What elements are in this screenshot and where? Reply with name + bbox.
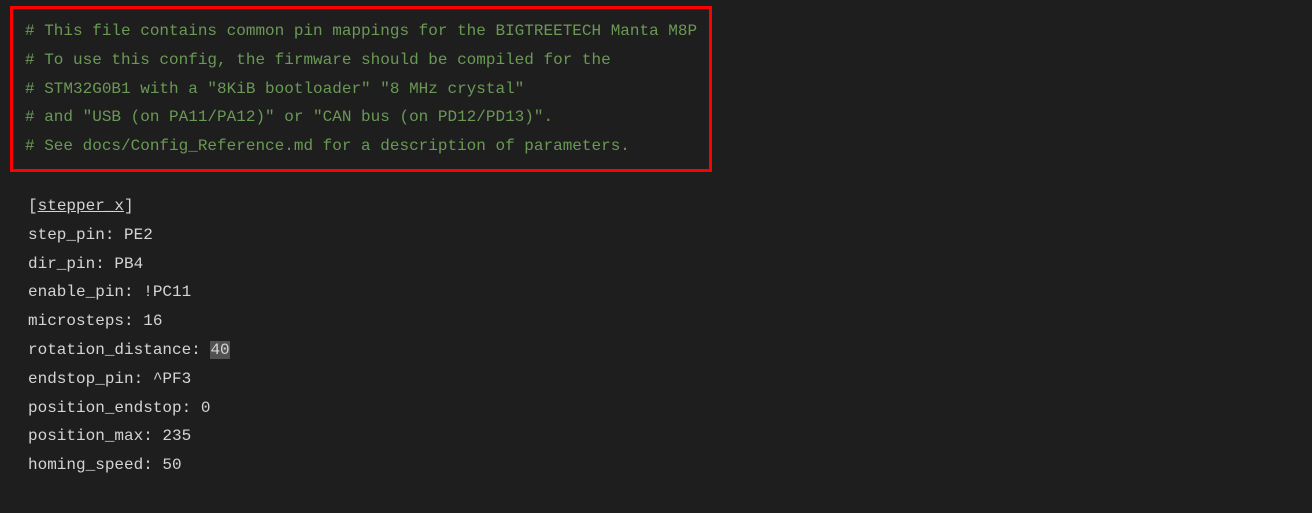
bracket-close: ] bbox=[124, 197, 134, 215]
highlighted-comment-block: # This file contains common pin mappings… bbox=[10, 6, 712, 172]
config-line: homing_speed: 50 bbox=[28, 451, 1312, 480]
config-key: step_pin: bbox=[28, 226, 124, 244]
config-key: position_endstop: bbox=[28, 399, 201, 417]
config-value: 235 bbox=[162, 427, 191, 445]
config-line: endstop_pin: ^PF3 bbox=[28, 365, 1312, 394]
config-section: [stepper_x] step_pin: PE2 dir_pin: PB4 e… bbox=[0, 192, 1312, 480]
comment-line: # STM32G0B1 with a "8KiB bootloader" "8 … bbox=[25, 75, 697, 104]
config-key: microsteps: bbox=[28, 312, 143, 330]
code-editor[interactable]: # This file contains common pin mappings… bbox=[0, 0, 1312, 480]
comment-line: # To use this config, the firmware shoul… bbox=[25, 46, 697, 75]
bracket-open: [ bbox=[28, 197, 38, 215]
config-key: rotation_distance: bbox=[28, 341, 210, 359]
config-key: endstop_pin: bbox=[28, 370, 153, 388]
comment-line: # See docs/Config_Reference.md for a des… bbox=[25, 132, 697, 161]
config-value-highlighted: 40 bbox=[210, 341, 229, 359]
config-line: microsteps: 16 bbox=[28, 307, 1312, 336]
config-line: enable_pin: !PC11 bbox=[28, 278, 1312, 307]
comment-line: # This file contains common pin mappings… bbox=[25, 17, 697, 46]
config-key: dir_pin: bbox=[28, 255, 114, 273]
config-line: dir_pin: PB4 bbox=[28, 250, 1312, 279]
config-key: enable_pin: bbox=[28, 283, 143, 301]
section-header-line: [stepper_x] bbox=[28, 192, 1312, 221]
config-value: PE2 bbox=[124, 226, 153, 244]
config-line: position_endstop: 0 bbox=[28, 394, 1312, 423]
config-value: 0 bbox=[201, 399, 211, 417]
comment-line: # and "USB (on PA11/PA12)" or "CAN bus (… bbox=[25, 103, 697, 132]
section-name: stepper_x bbox=[38, 197, 124, 215]
config-line: rotation_distance: 40 bbox=[28, 336, 1312, 365]
config-line: step_pin: PE2 bbox=[28, 221, 1312, 250]
config-value: ^PF3 bbox=[153, 370, 191, 388]
config-key: position_max: bbox=[28, 427, 162, 445]
config-key: homing_speed: bbox=[28, 456, 162, 474]
config-value: 16 bbox=[143, 312, 162, 330]
config-line: position_max: 235 bbox=[28, 422, 1312, 451]
config-value: PB4 bbox=[114, 255, 143, 273]
config-value: 50 bbox=[162, 456, 181, 474]
config-value: !PC11 bbox=[143, 283, 191, 301]
